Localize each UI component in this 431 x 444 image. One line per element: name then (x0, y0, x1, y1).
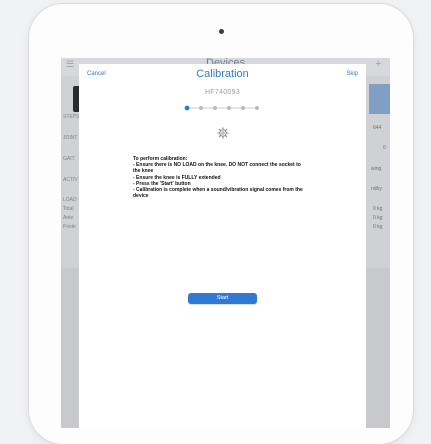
plus-icon: + (375, 58, 382, 70)
step-dot (241, 106, 245, 110)
bg-value-6: 0 kg (373, 215, 383, 221)
calibration-instructions: To perform calibration: - Ensure there i… (133, 156, 303, 199)
gear-icon (217, 126, 229, 139)
skip-button[interactable]: Skip (346, 71, 358, 77)
instruction-line: - Calibration is complete when a sound/v… (133, 187, 303, 200)
bg-label-poste: Poste (63, 224, 76, 230)
bg-label-activ: ACTIV (63, 177, 78, 183)
bg-value-2: 0 (383, 145, 386, 151)
instruction-line: - Ensure there is NO LOAD on the knee. D… (133, 162, 301, 175)
step-dot (227, 106, 231, 110)
step-dot (213, 106, 217, 110)
bg-value-5: 0 kg (373, 206, 383, 212)
device-serial: HF740093 (204, 89, 241, 96)
bg-label-total: Total (63, 206, 74, 212)
bg-label-steps: STEPS (63, 114, 80, 120)
bg-label-load: LOAD (63, 197, 77, 203)
background-blue-panel (369, 84, 390, 114)
calibration-modal: Cancel Calibration Skip HF740093 To perf… (79, 64, 366, 428)
modal-title: Calibration (196, 68, 249, 80)
bg-label-joint: JOINT (63, 135, 78, 141)
bg-value-1: 644 (373, 125, 382, 131)
step-dot (199, 106, 203, 110)
bg-label-ante: Ante (63, 215, 74, 221)
bg-value-7: 0 kg (373, 224, 383, 230)
screen: ☰ Devices + STEPS JOINT GAIT ACTIV LOAD … (61, 58, 390, 428)
start-button[interactable]: Start (188, 293, 257, 304)
bg-value-3: wing (371, 166, 382, 172)
camera-dot (219, 29, 224, 34)
bg-value-4: ndby (371, 186, 382, 192)
step-dot-active (184, 105, 190, 111)
menu-icon: ☰ (66, 59, 75, 69)
step-dot (255, 106, 259, 110)
step-indicator (183, 104, 263, 112)
bg-label-gait: GAIT (63, 156, 75, 162)
